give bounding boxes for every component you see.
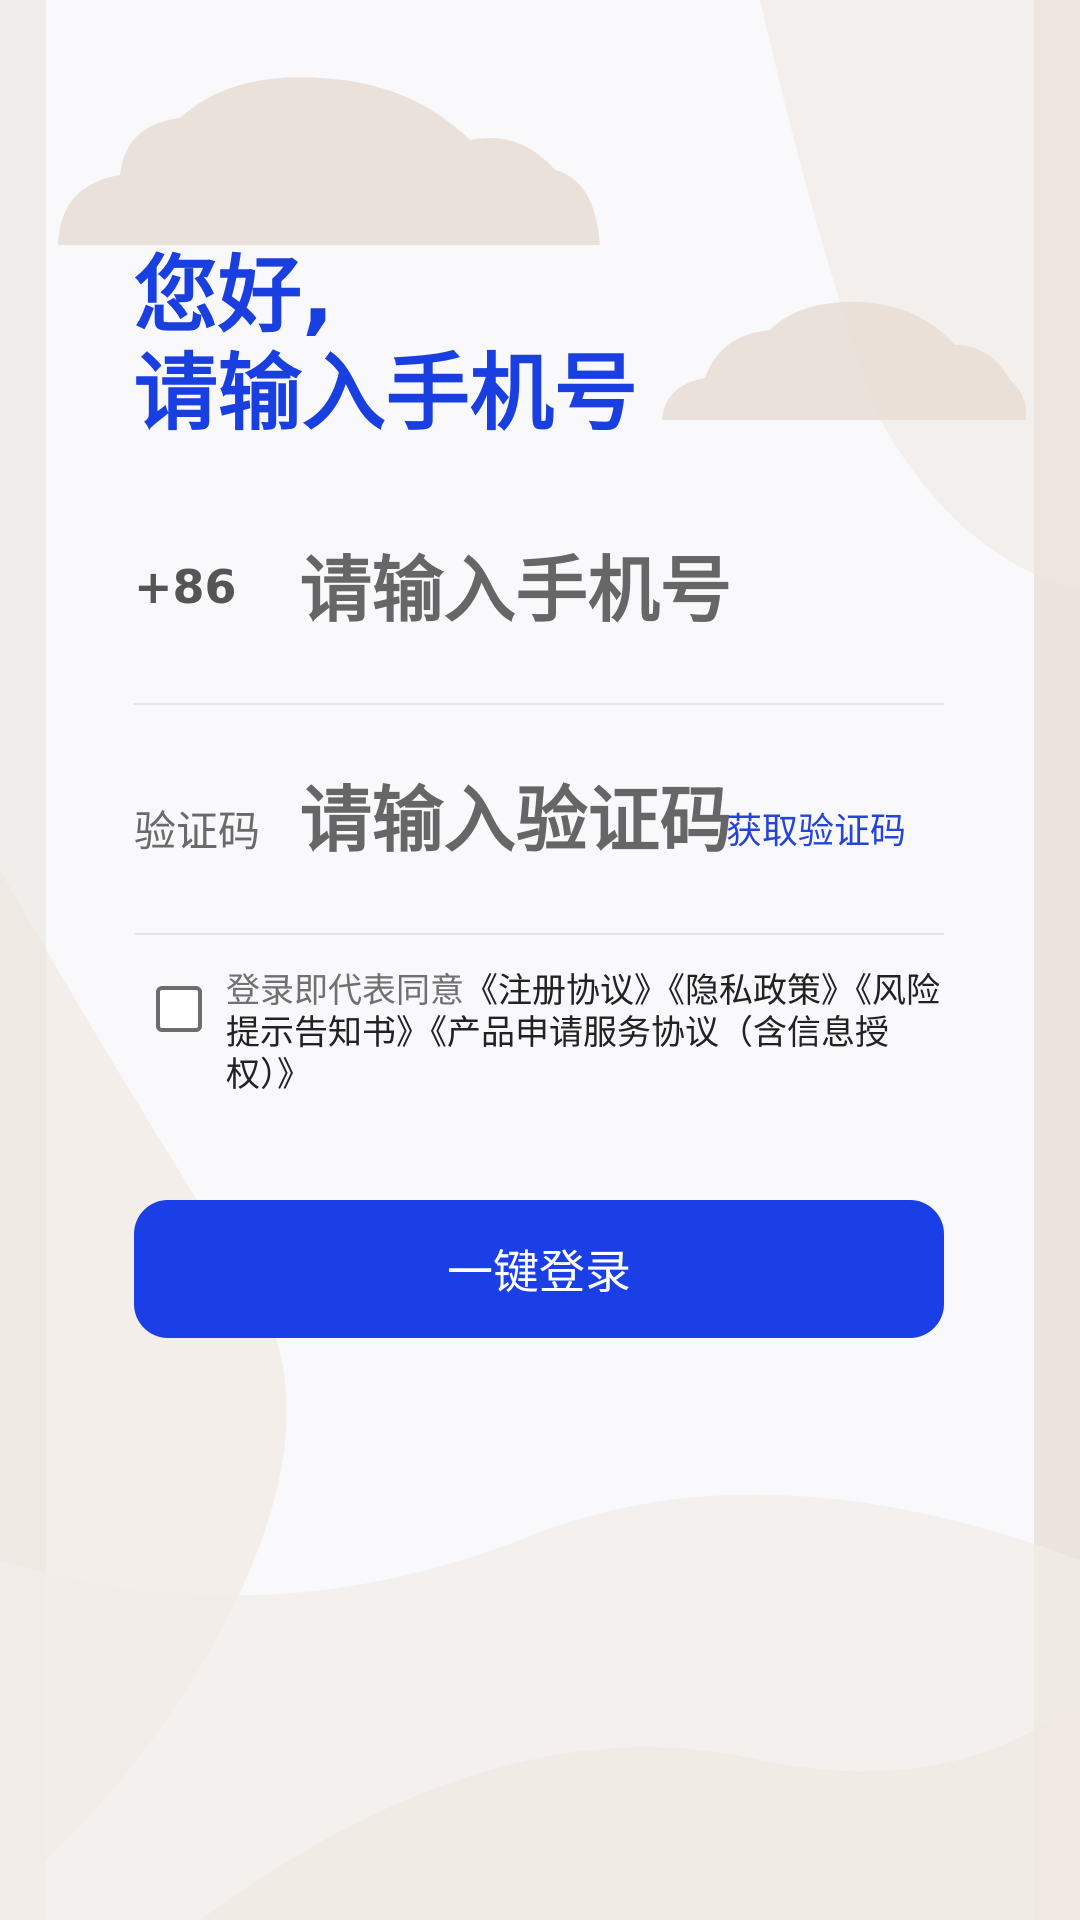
code-label: 验证码 xyxy=(134,807,261,856)
link-register-agreement[interactable]: 《注册协议》 xyxy=(464,971,668,1011)
greeting-line-2: 请输入手机号 xyxy=(134,344,639,442)
get-code-button[interactable]: 获取验证码 xyxy=(726,802,906,854)
agreement-prefix: 登录即代表同意 xyxy=(226,971,464,1011)
login-screen: 您好, 请输入手机号 +86 验证码 获取验证码 登录即代表同意《注册协议》《隐… xyxy=(0,0,1080,1920)
country-code: +86 xyxy=(134,560,237,614)
agree-checkbox[interactable] xyxy=(156,986,202,1032)
greeting-title: 您好, 请输入手机号 xyxy=(134,246,638,442)
phone-input[interactable] xyxy=(300,540,770,640)
link-privacy-policy[interactable]: 《隐私政策》 xyxy=(668,971,855,1011)
agreement-text: 登录即代表同意《注册协议》《隐私政策》《风险提示告知书》《产品申请服务协议（含信… xyxy=(226,970,948,1096)
code-input[interactable] xyxy=(300,770,730,870)
code-row: 验证码 获取验证码 xyxy=(134,770,944,934)
phone-divider xyxy=(134,703,944,705)
greeting-line-1: 您好, xyxy=(134,246,334,344)
phone-row: +86 xyxy=(134,540,944,704)
code-divider xyxy=(134,933,944,935)
login-button[interactable]: 一键登录 xyxy=(134,1200,944,1338)
